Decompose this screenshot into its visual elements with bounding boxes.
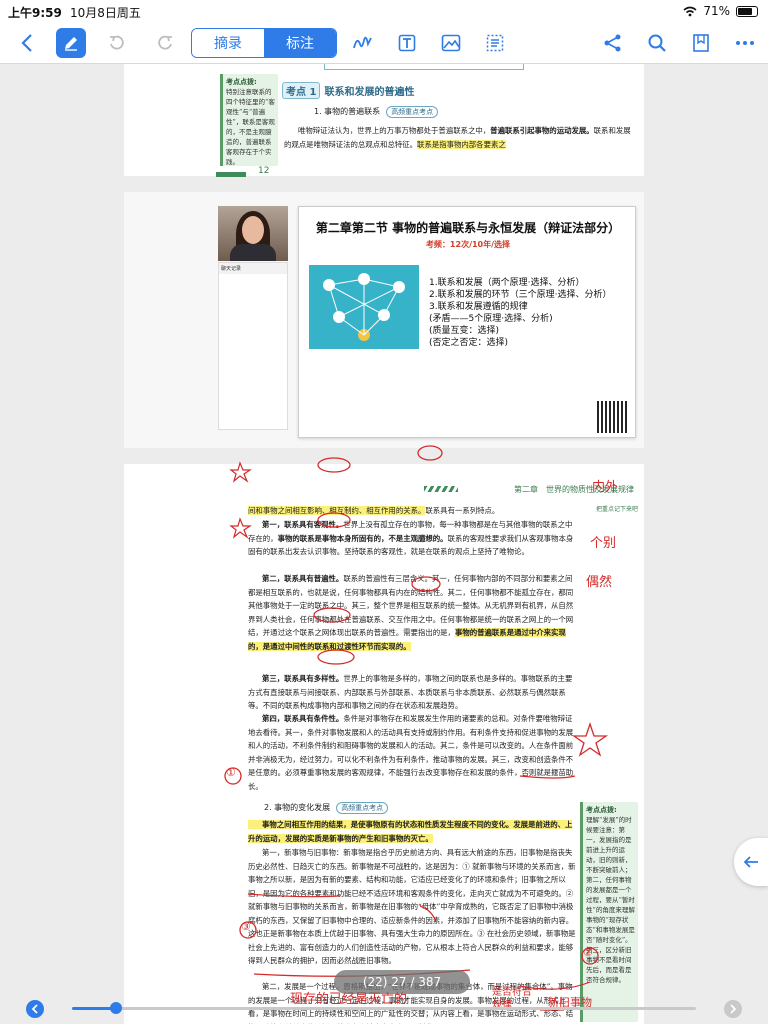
image-icon[interactable] — [436, 28, 466, 58]
selection-icon[interactable] — [480, 28, 510, 58]
bookmark-icon[interactable] — [686, 28, 716, 58]
handwritten-note: 内外 — [592, 480, 619, 495]
status-bar: 上午9:59 10月8日周五 71% — [0, 0, 768, 22]
freehand-icon[interactable] — [348, 28, 378, 58]
search-icon[interactable] — [642, 28, 672, 58]
prev-page-button[interactable] — [26, 1000, 44, 1018]
tab-abstract[interactable]: 摘录 — [192, 29, 264, 57]
arrow-left-icon — [743, 856, 758, 868]
status-time: 上午9:59 — [8, 6, 62, 20]
tab-annotate[interactable]: 标注 — [264, 29, 336, 57]
handwritten-note: ② — [583, 946, 593, 959]
scrubber-track[interactable] — [72, 1007, 696, 1010]
handwriting-layer — [224, 445, 609, 1011]
page-scrubber[interactable] — [0, 994, 768, 1024]
text-box-icon[interactable] — [392, 28, 422, 58]
wifi-icon — [683, 6, 697, 16]
redo-icon[interactable] — [150, 28, 180, 58]
undo-icon[interactable] — [102, 28, 132, 58]
handwritten-note: ③ — [241, 920, 251, 933]
more-icon[interactable] — [730, 28, 760, 58]
back-icon[interactable] — [12, 28, 42, 58]
toolbar: 摘录 标注 — [0, 22, 768, 64]
chevron-right-icon — [730, 1004, 737, 1014]
scrubber-thumb[interactable] — [109, 1002, 122, 1014]
status-date: 10月8日周五 — [70, 6, 141, 20]
battery-icon — [736, 5, 758, 17]
status-right: 71% — [683, 4, 758, 18]
share-icon[interactable] — [598, 28, 628, 58]
handwritten-note: 个别 — [590, 536, 617, 551]
pen-tool-icon[interactable] — [56, 28, 86, 58]
handwritten-note: ① — [226, 766, 236, 779]
mode-segmented-control: 摘录 标注 — [191, 28, 337, 58]
next-page-button[interactable] — [724, 1000, 742, 1018]
battery-percent: 71% — [703, 4, 730, 18]
handwritten-note: 偶然 — [586, 575, 613, 590]
chevron-left-icon — [31, 1004, 38, 1014]
document-viewer[interactable]: 考点点拨: 特别注意联系的四个特征里的“客观性”与“普遍性”，联系是客观的，不是… — [0, 64, 768, 1024]
page-indicator: (22) 27 / 387 — [334, 970, 470, 994]
